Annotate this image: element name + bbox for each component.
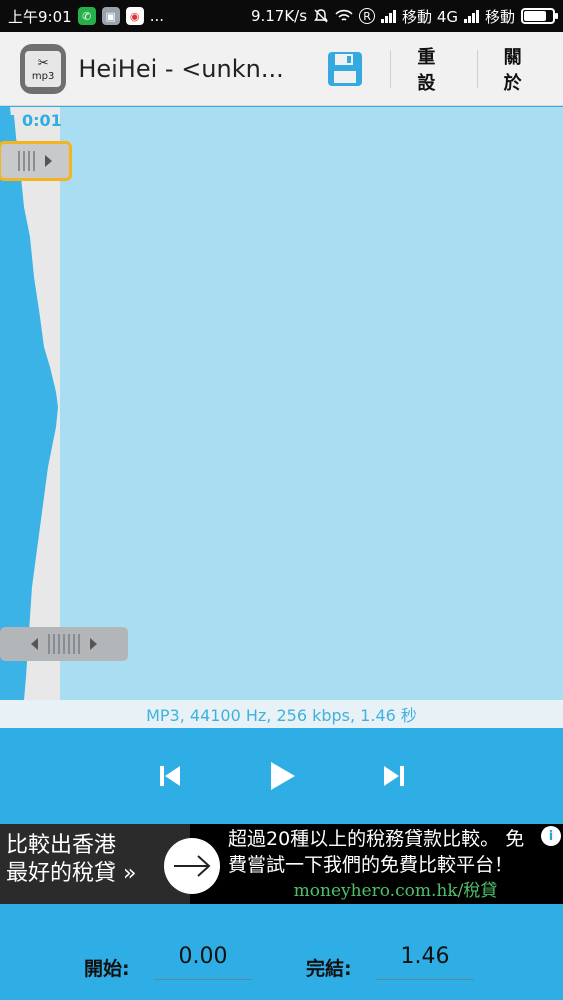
- whatsapp-icon: ✆: [77, 7, 96, 25]
- info-icon[interactable]: i: [541, 826, 561, 846]
- ad-body-2: 費嘗試一下我們的免費比較平台！: [228, 854, 514, 876]
- start-label: 開始:: [84, 958, 130, 980]
- action-bar: ✂ mp3 HeiHei - <unkn... 重設 關於: [0, 32, 563, 106]
- ad-url[interactable]: moneyhero.com.hk/稅貸: [228, 878, 563, 904]
- status-more: ...: [149, 7, 164, 25]
- mp3-app-icon[interactable]: ✂ mp3: [20, 43, 67, 94]
- ad-headline-2: 最好的稅貸 »: [6, 861, 137, 886]
- app-notification-icon: ▣: [101, 7, 120, 25]
- status-bar: 上午9:01 ✆ ▣ ◉ ... 9.17K/s R 移動 4G 移動: [0, 0, 563, 32]
- mute-icon: [314, 9, 328, 23]
- end-label: 完結:: [306, 958, 352, 980]
- scissors-icon: ✂: [37, 55, 49, 71]
- battery-icon: [521, 8, 558, 24]
- time-marker-label: 0:01: [22, 111, 62, 130]
- range-controls: 開始: 0.00 完結: 1.46: [0, 904, 563, 1000]
- signal-icon: [463, 9, 479, 23]
- app-icon-inner: ✂ mp3: [25, 50, 62, 87]
- audio-info: MP3, 44100 Hz, 256 kbps, 1.46 秒: [0, 700, 563, 728]
- transport-controls: [0, 728, 563, 824]
- play-button[interactable]: [260, 754, 304, 798]
- waveform-graph: [0, 107, 58, 700]
- app-icon-label: mp3: [31, 70, 55, 82]
- ad-right-panel: 超過20種以上的稅務貸款比較。 免 費嘗試一下我們的免費比較平台！ moneyh…: [228, 826, 563, 904]
- skip-forward-icon: [383, 766, 404, 786]
- save-button[interactable]: [322, 44, 368, 94]
- skip-back-button[interactable]: [148, 754, 192, 798]
- skip-forward-button[interactable]: [372, 754, 416, 798]
- arrow-right-icon: [90, 638, 97, 650]
- r-badge: R: [359, 8, 376, 24]
- waveform-view[interactable]: 0:01: [0, 107, 563, 700]
- arrow-right-icon: [174, 855, 211, 877]
- end-marker-handle[interactable]: [0, 627, 128, 661]
- start-marker-handle[interactable]: [0, 141, 72, 181]
- ad-headline-1: 比較出香港: [6, 833, 117, 858]
- ad-left-panel: 比較出香港 最好的稅貸 »: [0, 824, 190, 904]
- about-button[interactable]: 關於: [478, 43, 563, 95]
- carrier-1: 移動 4G: [402, 7, 458, 26]
- end-field[interactable]: 1.46: [376, 940, 474, 980]
- arrow-left-icon: [31, 638, 38, 650]
- arrow-right-icon: [45, 155, 52, 167]
- grip-icon: [18, 151, 35, 171]
- skip-back-icon: [159, 766, 180, 786]
- network-speed: 9.17K/s: [250, 7, 308, 25]
- ad-banner[interactable]: 比較出香港 最好的稅貸 » 超過20種以上的稅務貸款比較。 免 費嘗試一下我們的…: [0, 824, 563, 904]
- start-field[interactable]: 0.00: [154, 940, 252, 980]
- ad-body-1: 超過20種以上的稅務貸款比較。 免: [228, 828, 525, 850]
- grip-icon: [48, 634, 80, 654]
- reset-button[interactable]: 重設: [391, 43, 476, 95]
- wifi-icon: [335, 9, 353, 21]
- status-time: 上午9:01: [8, 7, 72, 26]
- play-icon: [270, 762, 295, 790]
- ad-arrow-button[interactable]: [164, 838, 220, 894]
- page-title: HeiHei - <unkn...: [78, 54, 283, 83]
- browser-icon: ◉: [125, 7, 144, 25]
- signal-icon: [381, 9, 397, 23]
- save-icon: [328, 51, 363, 86]
- carrier-2: 移動: [484, 7, 515, 26]
